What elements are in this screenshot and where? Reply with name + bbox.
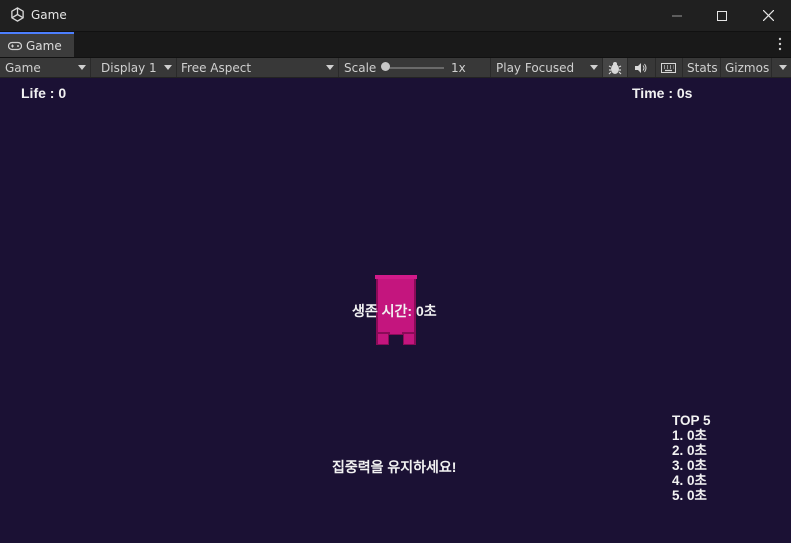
view-mode-dropdown[interactable]: Game (0, 58, 91, 77)
tab-bar: Game (0, 32, 791, 58)
close-icon (762, 10, 774, 21)
leaderboard-title: TOP 5 (672, 413, 711, 428)
tab-game[interactable]: Game (0, 32, 74, 57)
leaderboard: TOP 5 1. 0초 2. 0초 3. 0초 4. 0초 5. 0초 (672, 413, 711, 503)
unity-logo-icon (11, 7, 24, 22)
gizmos-label: Gizmos (725, 60, 770, 75)
scale-label: Scale (344, 60, 377, 75)
game-viewport[interactable]: Life : 0 Time : 0s 생존 시간: 0초 집중력을 유지하세요!… (0, 78, 791, 543)
leaderboard-entry: 5. 0초 (672, 488, 707, 503)
mute-audio-button[interactable] (627, 58, 656, 77)
time-counter: Time : 0s (632, 85, 693, 101)
display-dropdown[interactable]: Display 1 (96, 58, 177, 77)
chevron-down-icon (590, 65, 598, 70)
maximize-icon (717, 10, 727, 21)
scale-value: 1x (451, 60, 466, 75)
view-mode-label: Game (5, 60, 41, 75)
play-mode-dropdown[interactable]: Play Focused (491, 58, 603, 77)
aspect-label: Free Aspect (181, 60, 252, 75)
play-mode-label: Play Focused (496, 60, 575, 75)
chevron-down-icon (326, 65, 334, 70)
leaderboard-entry: 3. 0초 (672, 458, 707, 473)
tab-game-label: Game (26, 38, 62, 53)
gamepad-icon (8, 41, 22, 50)
gizmos-button[interactable]: Gizmos (720, 58, 772, 77)
more-options-icon[interactable] (777, 37, 783, 51)
stats-label: Stats (687, 60, 718, 75)
close-button[interactable] (745, 0, 791, 31)
scale-slider-track[interactable] (386, 67, 444, 69)
window-title: Game (31, 8, 67, 22)
window-titlebar: Game (0, 0, 791, 32)
leaderboard-entry: 4. 0초 (672, 473, 707, 488)
leaderboard-entry: 2. 0초 (672, 443, 707, 458)
gizmos-dropdown[interactable] (772, 58, 791, 77)
life-counter: Life : 0 (21, 85, 67, 101)
keyboard-icon (661, 62, 676, 73)
leaderboard-entry: 1. 0초 (672, 428, 707, 443)
maximize-button[interactable] (699, 0, 745, 31)
focus-message: 집중력을 유지하세요! (332, 459, 457, 475)
chevron-down-icon (779, 65, 787, 70)
debug-toggle-button[interactable] (603, 58, 628, 77)
chevron-down-icon (78, 65, 86, 70)
minimize-icon (672, 15, 682, 16)
display-label: Display 1 (101, 60, 157, 75)
aspect-dropdown[interactable]: Free Aspect (176, 58, 339, 77)
chevron-down-icon (164, 65, 172, 70)
minimize-button[interactable] (654, 0, 700, 31)
scale-slider-handle[interactable] (381, 62, 390, 71)
survival-time-label: 생존 시간: 0초 (352, 303, 437, 319)
shortcuts-button[interactable] (655, 58, 683, 77)
speaker-icon (635, 62, 647, 73)
bug-icon (608, 61, 622, 74)
stats-button[interactable]: Stats (682, 58, 721, 77)
